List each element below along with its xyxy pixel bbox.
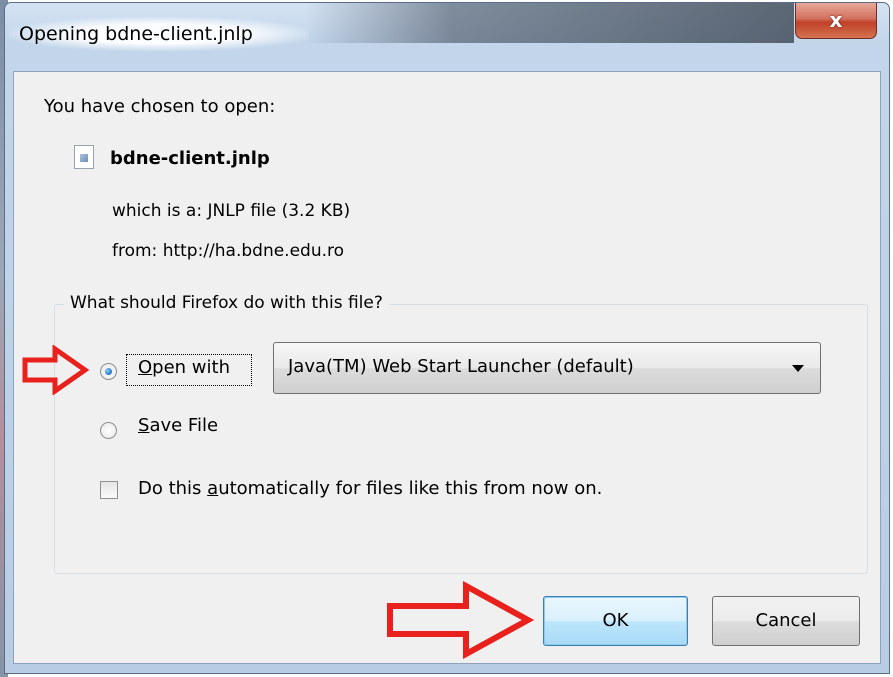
auto-action-label[interactable]: Do this automatically for files like thi… [138,478,602,499]
open-with-radio[interactable] [100,363,117,380]
launcher-select-value: Java(TM) Web Start Launcher (default) [288,356,634,377]
title-bar[interactable]: Opening bdne-client.jnlp x [5,3,889,71]
ok-button-label: OK [602,610,629,631]
cancel-button-label: Cancel [755,610,817,631]
launcher-select[interactable]: Java(TM) Web Start Launcher (default) [273,342,821,394]
annotation-arrow-open-with [22,345,90,395]
download-dialog-window: Opening bdne-client.jnlp x You have chos… [4,2,890,674]
action-question: What should Firefox do with this file? [64,293,389,313]
annotation-arrow-ok [387,581,534,659]
title-bar-shade [305,3,794,43]
save-file-radio[interactable] [100,422,117,439]
auto-action-checkbox[interactable] [100,481,118,499]
file-name: bdne-client.jnlp [110,148,270,169]
intro-label: You have chosen to open: [44,96,276,117]
cancel-button[interactable]: Cancel [712,596,860,646]
ok-button[interactable]: OK [543,596,688,646]
chevron-down-icon [792,365,804,372]
save-file-label[interactable]: Save File [138,415,218,436]
close-icon: x [829,8,843,32]
open-with-label[interactable]: Open with [138,357,230,378]
window-title: Opening bdne-client.jnlp [19,23,253,45]
file-type-label: which is a: JNLP file (3.2 KB) [112,201,351,221]
document-icon [74,145,94,169]
file-source-label: from: http://ha.bdne.edu.ro [112,241,345,261]
close-button[interactable]: x [795,3,877,39]
dialog-content: You have chosen to open: bdne-client.jnl… [13,71,881,664]
